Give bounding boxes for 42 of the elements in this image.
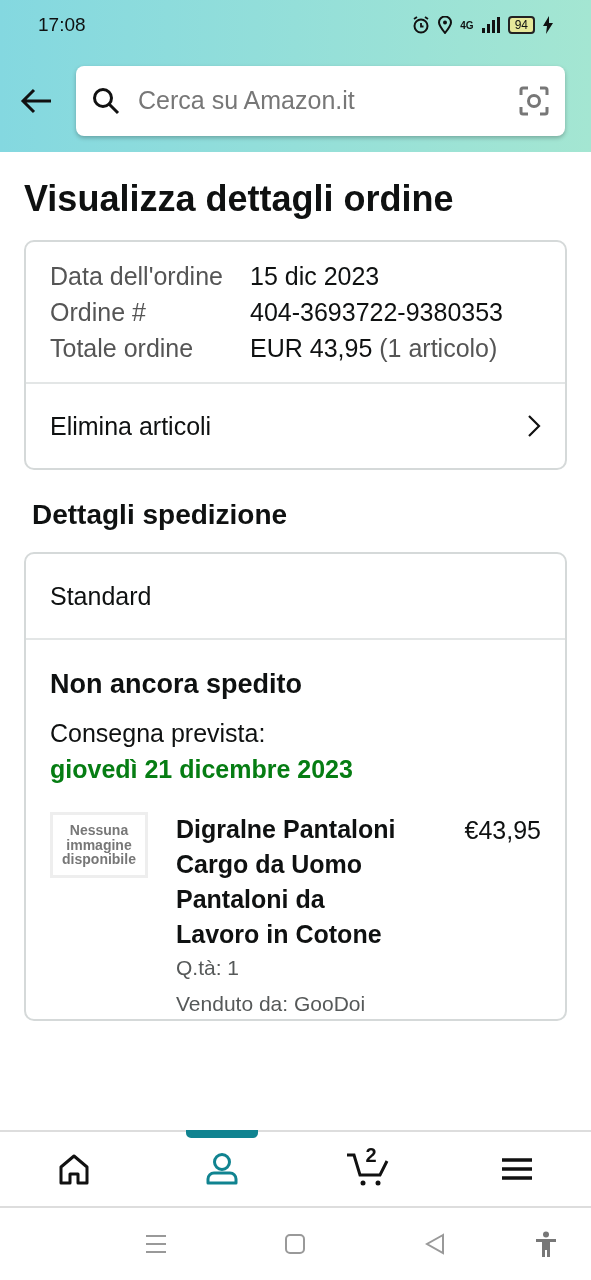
back-arrow-icon[interactable] [20, 88, 52, 114]
home-square-icon[interactable] [285, 1234, 305, 1254]
menu-icon[interactable] [145, 1234, 167, 1254]
field-label: Data dell'ordine [50, 261, 224, 292]
location-icon [438, 16, 453, 34]
home-icon [57, 1153, 90, 1185]
signal-icon [481, 17, 500, 33]
delivery-date: giovedì 21 dicembre 2023 [50, 753, 354, 785]
field-value: EUR 43,95 [250, 334, 373, 362]
shipping-method: Standard [50, 582, 152, 610]
back-triangle-icon[interactable] [425, 1233, 445, 1255]
nav-tab[interactable]: 2 [295, 1132, 444, 1206]
remove-items-row[interactable]: Elimina articoli [26, 382, 565, 468]
field-value: 404-3693722-9380353 [250, 298, 503, 326]
chevron-right-icon [527, 414, 541, 438]
cart-count: 2 [365, 1143, 377, 1168]
field-label: Totale ordine [50, 333, 195, 364]
search-field[interactable]: Cerca su Amazon.it [76, 66, 565, 136]
field-value: 15 dic 2023 [250, 262, 380, 290]
camera-icon[interactable] [519, 86, 549, 116]
search-input[interactable]: Cerca su Amazon.it [136, 81, 503, 121]
delivery-label: Consegna prevista: [50, 717, 267, 749]
menu-icon [501, 1157, 534, 1181]
remove-items-label: Elimina articoli [50, 411, 212, 442]
section-heading: Dettagli spedizione [32, 498, 289, 532]
search-icon [92, 87, 120, 115]
shipment-status: Non ancora spedito [50, 668, 304, 701]
charging-icon [543, 16, 553, 34]
status-time: 17:08 [38, 12, 86, 37]
item-count: (1 articolo) [379, 334, 498, 362]
seller: Venduto da: GooDoi [176, 990, 367, 1017]
picture: Nessuna immagine disponibile [50, 812, 148, 878]
product-title[interactable]: Digralne Pantaloni Cargo da Uomo Pantaloni da Lavoro in Cotone [176, 812, 406, 952]
product-price: €43,95 [464, 815, 541, 846]
person-icon [204, 1152, 239, 1186]
page-title: Visualizza dettagli ordine [24, 177, 455, 221]
accessibility-icon[interactable] [535, 1231, 557, 1257]
battery-level: 94 [507, 16, 535, 34]
network-type: 4G [460, 18, 474, 33]
alarm-icon [412, 16, 431, 34]
field-label: Ordine # [50, 297, 147, 328]
quantity: Q.tà: 1 [176, 955, 241, 981]
